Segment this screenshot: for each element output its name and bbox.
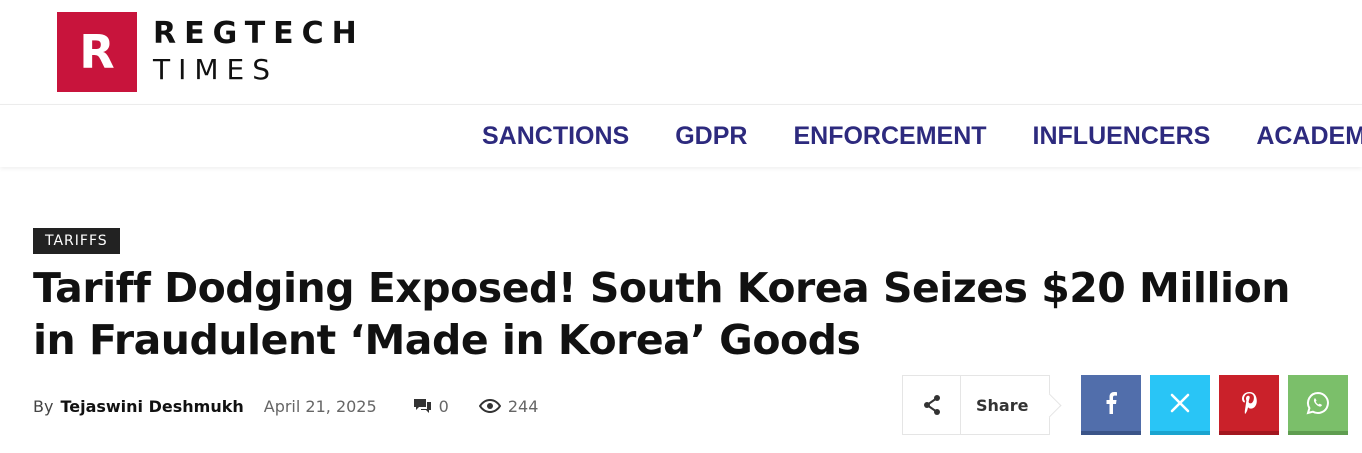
view-count-value: 244 [507, 396, 539, 416]
author-link[interactable]: Tejaswini Deshmukh [60, 397, 243, 416]
category-badge[interactable]: TARIFFS [33, 228, 120, 254]
logo-wordmark: REGTECH TIMES [153, 16, 365, 88]
facebook-share-button[interactable] [1081, 375, 1141, 435]
site-logo[interactable]: R REGTECH TIMES [57, 12, 365, 92]
view-count: 244 [478, 396, 539, 416]
nav-item-influencers[interactable]: INFLUENCERS [1033, 122, 1211, 151]
site-header: R REGTECH TIMES [0, 0, 1362, 104]
nav-item-academy[interactable]: ACADEMY [1256, 122, 1362, 151]
share-label: Share [976, 395, 1029, 415]
comment-count: 0 [438, 396, 449, 416]
nav-items: SANCTIONS GDPR ENFORCEMENT INFLUENCERS A… [482, 105, 1362, 167]
logo-line-regtech: REGTECH [153, 16, 365, 51]
whatsapp-share-button[interactable] [1288, 375, 1348, 435]
whatsapp-icon [1306, 391, 1329, 415]
nav-item-sanctions[interactable]: SANCTIONS [482, 122, 629, 151]
article-title: Tariff Dodging Exposed! South Korea Seiz… [33, 264, 1290, 364]
logo-mark: R [57, 12, 137, 92]
share-toggle[interactable]: Share [902, 375, 1050, 435]
x-icon [1170, 393, 1190, 413]
pinterest-share-button[interactable] [1219, 375, 1279, 435]
comments-link[interactable]: 0 [413, 397, 449, 416]
share-icon [903, 376, 961, 434]
comment-icon [413, 399, 431, 413]
main-nav: SANCTIONS GDPR ENFORCEMENT INFLUENCERS A… [0, 104, 1362, 167]
x-share-button[interactable] [1150, 375, 1210, 435]
byline-prefix: By [33, 396, 54, 416]
facebook-icon [1106, 392, 1117, 414]
nav-item-enforcement[interactable]: ENFORCEMENT [793, 122, 986, 151]
logo-line-times: TIMES [153, 53, 278, 86]
eye-icon [478, 399, 501, 413]
publish-date: April 21, 2025 [263, 396, 377, 416]
nav-item-gdpr[interactable]: GDPR [675, 122, 747, 151]
pinterest-icon [1242, 392, 1257, 414]
article-meta: By Tejaswini Deshmukh April 21, 2025 0 2… [33, 393, 538, 419]
